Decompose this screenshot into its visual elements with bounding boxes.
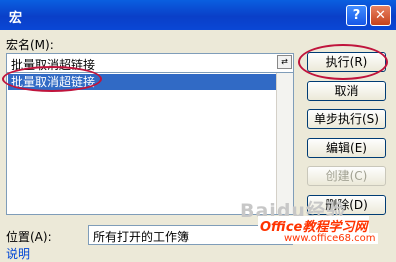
cancel-button[interactable]: 取消 <box>307 81 386 101</box>
window-title: 宏 <box>9 11 23 26</box>
collapse-dialog-icon[interactable]: ⇄ <box>277 55 292 69</box>
help-button[interactable]: ? <box>346 5 367 26</box>
location-label: 位置(A): <box>6 230 52 244</box>
highlight-ellipse-list <box>2 66 102 92</box>
create-button[interactable]: 创建(C) <box>307 166 386 186</box>
close-button[interactable]: ✕ <box>370 5 391 26</box>
description-label: 说明 <box>6 247 31 261</box>
scrollbar[interactable] <box>276 73 293 214</box>
watermark-url: www.office68.com <box>282 233 378 244</box>
macro-name-label: 宏名(M): <box>6 38 54 52</box>
highlight-ellipse-run <box>298 44 388 80</box>
edit-button[interactable]: 编辑(E) <box>307 138 386 158</box>
step-into-button[interactable]: 单步执行(S) <box>307 109 386 129</box>
macro-list[interactable]: 批量取消超链接 <box>6 72 294 215</box>
title-bar: 宏 ? ✕ <box>0 0 396 30</box>
